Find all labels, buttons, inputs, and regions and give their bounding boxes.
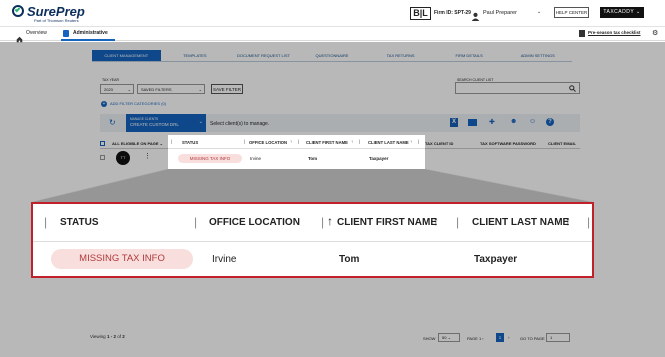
zoomed-callout: | STATUS | OFFICE LOCATION ↑ | | CLIENT … [31, 202, 594, 278]
office-location-cell: Irvine [212, 254, 237, 265]
zoom-header-row: | STATUS | OFFICE LOCATION ↑ | | CLIENT … [33, 204, 592, 242]
column-header-client-last-name[interactable]: CLIENT LAST NAME [472, 217, 569, 228]
client-last-name-cell: Taxpayer [474, 254, 518, 265]
sort-asc-icon[interactable]: ↑ [565, 214, 571, 228]
sort-asc-icon[interactable]: ↑ [433, 214, 439, 228]
column-header-client-first-name[interactable]: CLIENT FIRST NAME [337, 217, 437, 228]
sort-asc-icon[interactable]: ↑ [327, 214, 333, 228]
column-header-office-location[interactable]: OFFICE LOCATION [209, 217, 300, 228]
client-first-name-cell: Tom [339, 254, 360, 265]
status-badge: MISSING TAX INFO [51, 249, 193, 269]
column-header-status[interactable]: STATUS [60, 217, 99, 228]
zoom-connector [31, 168, 593, 203]
